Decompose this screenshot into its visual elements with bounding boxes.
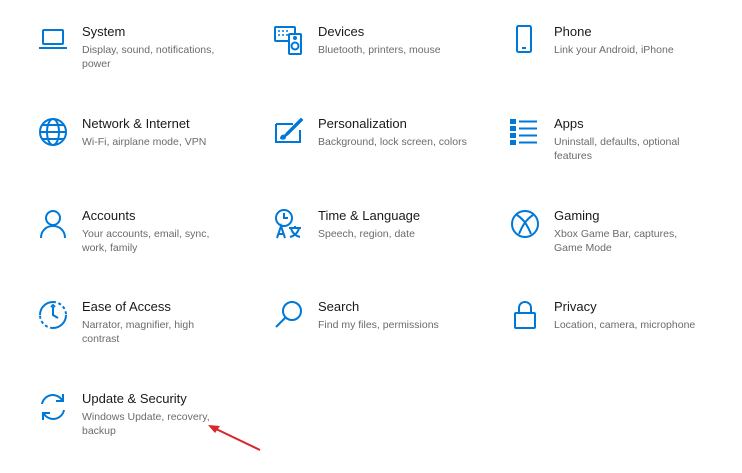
tile-description: Find my files, permissions <box>318 319 439 331</box>
tile-title: Ease of Access <box>82 299 171 314</box>
tile-title: Gaming <box>554 208 600 223</box>
settings-tile-time-language[interactable]: Time & Language Speech, region, date <box>273 208 483 278</box>
tile-title: Privacy <box>554 299 597 314</box>
tile-description: Uninstall, defaults, optional features <box>554 136 680 162</box>
settings-tile-ease-of-access[interactable]: Ease of Access Narrator, magnifier, high… <box>37 299 247 369</box>
ease-of-access-icon <box>37 299 69 331</box>
apps-list-icon <box>509 116 541 148</box>
tile-description: Windows Update, recovery, backup <box>82 411 210 437</box>
globe-icon <box>37 116 69 148</box>
tile-description: Xbox Game Bar, captures, Game Mode <box>554 228 678 254</box>
settings-grid: System Display, sound, notifications, po… <box>0 0 742 473</box>
settings-tile-devices[interactable]: Devices Bluetooth, printers, mouse <box>273 24 483 94</box>
tile-description: Wi-Fi, airplane mode, VPN <box>82 136 207 148</box>
tile-description: Location, camera, microphone <box>554 319 696 331</box>
tile-title: Devices <box>318 24 365 39</box>
tile-title: System <box>82 24 126 39</box>
tile-description: Narrator, magnifier, high contrast <box>82 319 195 345</box>
tile-description: Your accounts, email, sync, work, family <box>82 228 210 254</box>
settings-tile-phone[interactable]: Phone Link your Android, iPhone <box>509 24 719 94</box>
tile-title: Time & Language <box>318 208 421 223</box>
settings-tile-apps[interactable]: Apps Uninstall, defaults, optional featu… <box>509 116 719 186</box>
settings-tile-search[interactable]: Search Find my files, permissions <box>273 299 483 369</box>
xbox-icon <box>509 208 541 240</box>
tile-title: Network & Internet <box>82 116 190 131</box>
settings-tile-privacy[interactable]: Privacy Location, camera, microphone <box>509 299 719 369</box>
tile-title: Personalization <box>318 116 407 131</box>
tile-title: Apps <box>554 116 584 131</box>
brush-icon <box>273 116 305 148</box>
settings-tile-update-security[interactable]: Update & Security Windows Update, recove… <box>37 391 247 461</box>
tile-title: Phone <box>554 24 592 39</box>
tile-description: Display, sound, notifications, power <box>82 44 215 70</box>
sync-icon <box>37 391 69 423</box>
person-icon <box>37 208 69 240</box>
settings-tile-system[interactable]: System Display, sound, notifications, po… <box>37 24 247 94</box>
tile-description: Bluetooth, printers, mouse <box>318 44 441 56</box>
tile-description: Background, lock screen, colors <box>318 136 467 148</box>
time-language-icon <box>273 208 305 240</box>
search-icon <box>273 299 305 331</box>
settings-tile-network-internet[interactable]: Network & Internet Wi-Fi, airplane mode,… <box>37 116 247 186</box>
lock-icon <box>509 299 541 331</box>
laptop-icon <box>37 24 69 56</box>
tile-title: Update & Security <box>82 391 187 406</box>
settings-tile-personalization[interactable]: Personalization Background, lock screen,… <box>273 116 483 186</box>
tile-description: Link your Android, iPhone <box>554 44 674 56</box>
devices-icon <box>273 24 305 56</box>
phone-icon <box>509 24 541 56</box>
settings-tile-gaming[interactable]: Gaming Xbox Game Bar, captures, Game Mod… <box>509 208 719 278</box>
tile-title: Accounts <box>82 208 136 223</box>
settings-tile-accounts[interactable]: Accounts Your accounts, email, sync, wor… <box>37 208 247 278</box>
tile-title: Search <box>318 299 360 314</box>
tile-description: Speech, region, date <box>318 228 415 240</box>
